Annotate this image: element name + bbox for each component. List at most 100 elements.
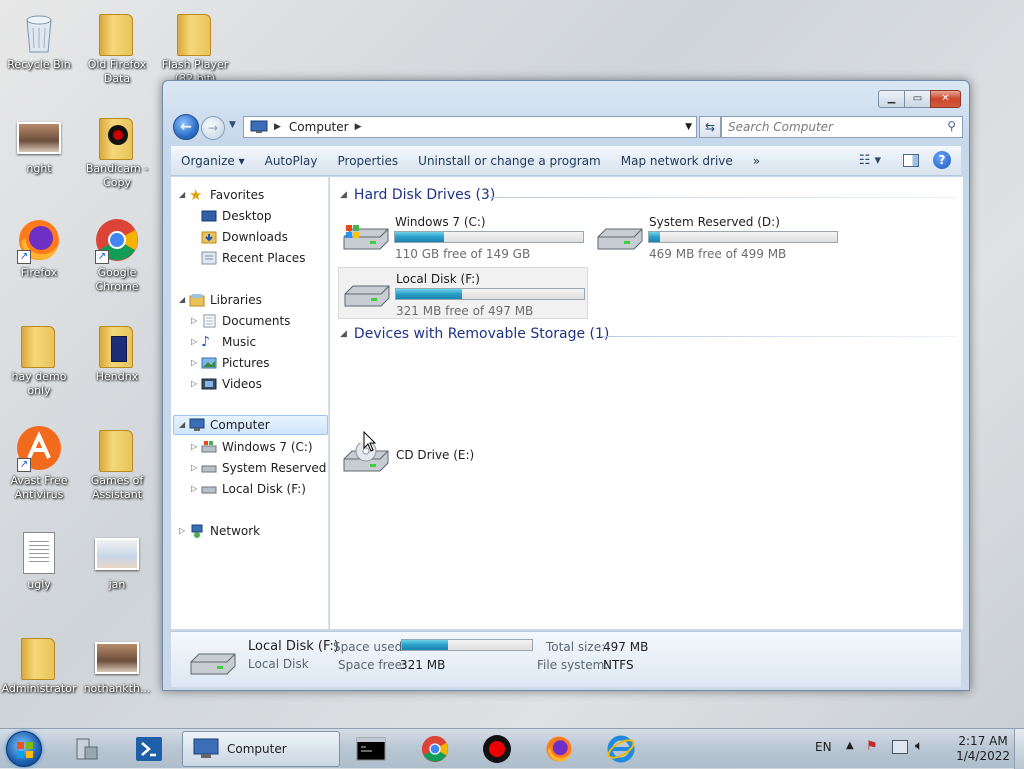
expand-arrow-icon[interactable]: ▷ [191,374,201,394]
volume-icon[interactable]: 🔈︎ [915,738,923,754]
uninstall-program-button[interactable]: Uninstall or change a program [408,154,611,168]
collapse-arrow-icon[interactable]: ◢ [179,290,189,310]
properties-button[interactable]: Properties [328,154,409,168]
tree-local-disk-f[interactable]: ▷ Local Disk (F:) [191,479,306,499]
tree-favorites[interactable]: ◢ ★ Favorites [179,185,264,205]
help-icon[interactable]: ? [933,151,951,169]
collapse-arrow-icon[interactable]: ◢ [179,185,189,205]
change-view-icon[interactable]: ☷ ▾ [859,153,881,168]
breadcrumb-chevron-icon[interactable]: ▶ [274,122,281,132]
desktop-icon-ugly[interactable]: ugly [0,528,78,592]
computer-icon [189,418,205,432]
taskbar-explorer-computer[interactable]: Computer [182,731,340,767]
maximize-button[interactable]: ▭ [904,90,931,108]
map-network-drive-button[interactable]: Map network drive [611,154,743,168]
desktop-icon-hendnx[interactable]: Hendnx [78,320,156,384]
taskbar-powershell[interactable] [122,732,176,766]
taskbar-bandicam[interactable] [470,732,524,766]
tree-desktop[interactable]: Desktop [201,206,272,226]
collapse-arrow-icon[interactable]: ◢ [179,415,189,435]
show-hidden-icons-icon[interactable]: ▲ [846,740,854,751]
folder-icon [93,424,141,472]
desktop-icon-recycle-bin[interactable]: Recycle Bin [0,8,78,72]
desktop-icon-hay-demo-only[interactable]: hay demo only [0,320,78,398]
action-center-flag-icon[interactable]: ⚑ [866,739,878,754]
expand-arrow-icon[interactable]: ▷ [191,311,201,331]
cd-drive-label[interactable]: CD Drive (E:) [396,448,474,462]
address-bar[interactable]: ▶ Computer ▶ ▼ [243,116,697,138]
tree-videos[interactable]: ▷ Videos [191,374,262,394]
text-document-icon [15,528,63,576]
desktop-icon-firefox[interactable]: ↗ Firefox [0,216,78,280]
taskbar-firefox[interactable] [532,732,586,766]
explorer-window[interactable]: ▁ ▭ ✕ ← → ▼ ▶ Computer ▶ ▼ ⇆ Search Comp… [162,80,970,691]
organize-button[interactable]: Organize ▾ [171,154,255,168]
tree-downloads[interactable]: Downloads [201,227,288,247]
tree-windows7-c[interactable]: ▷ Windows 7 (C:) [191,437,313,457]
desktop-icon-bandicam-copy[interactable]: Bandicam - Copy [78,112,156,190]
drive-system-reserved-d[interactable]: System Reserved (D:) 469 MB free of 499 … [592,211,842,263]
desktop-icon-jan[interactable]: jan [78,528,156,592]
language-indicator[interactable]: EN [815,740,832,754]
collapse-triangle-icon[interactable]: ◢ [340,329,347,339]
more-commands-button[interactable]: » [743,154,770,168]
desktop-icon-avast[interactable]: ↗ Avast Free Antivirus [0,424,78,502]
tree-system-reserved-d[interactable]: ▷ System Reserved (D: [191,458,328,478]
expand-arrow-icon[interactable]: ▷ [179,521,189,541]
group-header-removable-storage[interactable]: ◢ Devices with Removable Storage (1) [340,326,609,342]
group-header-hard-disk-drives[interactable]: ◢ Hard Disk Drives (3) [340,187,495,203]
taskbar-chrome[interactable] [408,732,462,766]
desktop-icon-label: Administrator [1,682,77,695]
collapse-triangle-icon[interactable]: ◢ [340,190,347,200]
recycle-bin-icon [15,8,63,56]
taskbar-server-manager[interactable] [60,732,114,766]
drive-usage-bar [648,231,838,243]
star-icon: ★ [189,186,203,204]
tree-music[interactable]: ▷ ♪ Music [191,332,256,352]
minimize-button[interactable]: ▁ [878,90,905,108]
tree-pictures[interactable]: ▷ Pictures [191,353,270,373]
search-input[interactable]: Search Computer ⚲ [721,116,963,138]
desktop-icon-games-of-assistant[interactable]: Games of Assistant [78,424,156,502]
expand-arrow-icon[interactable]: ▷ [191,332,201,352]
start-button[interactable] [6,731,42,767]
desktop-icon-nght[interactable]: nght [0,112,78,176]
show-desktop-button[interactable] [1014,729,1024,769]
desktop-icon-old-firefox-data[interactable]: Old Firefox Data [78,8,156,86]
breadcrumb-chevron-icon[interactable]: ▶ [355,122,362,132]
desktop-icon-label: nght [26,162,52,175]
close-button[interactable]: ✕ [930,90,961,108]
drive-windows7-c[interactable]: Windows 7 (C:) 110 GB free of 149 GB [338,211,588,263]
expand-arrow-icon[interactable]: ▷ [191,437,201,457]
drive-local-disk-f[interactable]: Local Disk (F:) 321 MB free of 497 MB [338,267,588,319]
tree-documents[interactable]: ▷ Documents [191,311,290,331]
autoplay-button[interactable]: AutoPlay [255,154,328,168]
expand-arrow-icon[interactable]: ▷ [191,479,201,499]
tree-recent-places[interactable]: Recent Places [201,248,305,268]
drive-usage-bar [395,288,585,300]
desktop-icon-nothankth[interactable]: nothankth... [78,632,156,696]
taskbar-internet-explorer[interactable] [594,732,648,766]
desktop-icon-label: ugly [27,578,51,591]
tree-computer[interactable]: ◢ Computer [173,415,328,435]
tree-libraries[interactable]: ◢ Libraries [179,290,262,310]
desktop-icon-label: Bandicam - Copy [85,162,149,189]
search-icon[interactable]: ⚲ [947,119,956,133]
back-button[interactable]: ← [173,114,199,140]
network-tray-icon[interactable] [892,740,908,754]
expand-arrow-icon[interactable]: ▷ [191,458,201,478]
desktop-icon-flash-player[interactable]: Flash Player (32 bit) [156,8,234,80]
system-clock[interactable]: 2:17 AM 1/4/2022 [956,734,1010,764]
address-dropdown-icon[interactable]: ▼ [685,122,692,132]
preview-pane-icon[interactable] [903,153,919,167]
forward-button[interactable]: → [201,116,225,140]
tree-network[interactable]: ▷ Network [179,521,260,541]
refresh-button[interactable]: ⇆ [699,116,721,138]
desktop-icon-administrator[interactable]: Administrator [0,632,78,696]
breadcrumb-computer[interactable]: Computer [289,120,349,134]
drive-name: Windows 7 (C:) [395,215,486,229]
taskbar-command-prompt[interactable] [344,732,398,766]
expand-arrow-icon[interactable]: ▷ [191,353,201,373]
recent-pages-dropdown[interactable]: ▼ [229,120,236,130]
desktop-icon-google-chrome[interactable]: ↗ Google Chrome [78,216,156,294]
